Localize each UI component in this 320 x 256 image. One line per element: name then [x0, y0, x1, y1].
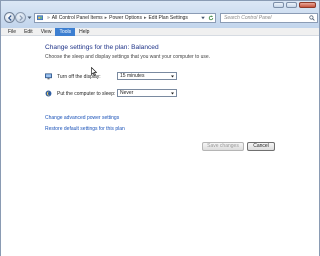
menu-tools[interactable]: Tools — [55, 27, 76, 36]
sleep-timeout-select[interactable]: Never — [117, 89, 177, 97]
save-changes-button[interactable]: Save changes — [202, 142, 244, 151]
menu-edit[interactable]: Edit — [20, 28, 37, 36]
breadcrumb-edit-plan-settings[interactable]: Edit Plan Settings — [148, 15, 187, 21]
mouse-cursor-icon — [91, 67, 97, 76]
display-setting-row: Turn off the display: — [45, 72, 123, 81]
sleep-label: Put the computer to sleep: — [57, 90, 116, 97]
search-box[interactable] — [220, 13, 318, 23]
sleep-moon-icon — [45, 90, 52, 97]
restore-default-settings-link[interactable]: Restore default settings for this plan — [45, 126, 125, 132]
search-icon[interactable] — [309, 15, 315, 21]
address-tools — [200, 15, 214, 21]
cancel-button[interactable]: Cancel — [247, 142, 275, 151]
breadcrumb-separator: ▸ — [143, 15, 147, 21]
breadcrumb-all-control-panel-items[interactable]: All Control Panel Items — [52, 15, 103, 21]
navigation-row: » All Control Panel Items ▸ Power Option… — [3, 12, 319, 24]
monitor-icon — [45, 73, 52, 80]
address-dropdown-icon[interactable] — [200, 15, 206, 21]
address-bar[interactable]: » All Control Panel Items ▸ Power Option… — [34, 13, 216, 23]
chevron-down-icon — [171, 92, 174, 95]
control-panel-icon — [37, 15, 43, 21]
back-button[interactable] — [4, 12, 15, 23]
display-timeout-value: 15 minutes — [120, 73, 145, 79]
display-label: Turn off the display: — [57, 73, 101, 80]
back-arrow-icon — [7, 14, 12, 21]
search-input[interactable] — [224, 15, 306, 21]
close-button[interactable] — [299, 2, 316, 8]
breadcrumb-power-options[interactable]: Power Options — [109, 15, 142, 21]
menu-view[interactable]: View — [37, 28, 56, 36]
display-timeout-select[interactable]: 15 minutes — [117, 72, 177, 80]
refresh-icon[interactable] — [208, 15, 214, 21]
menu-bar: File Edit View Tools Help — [1, 27, 319, 36]
breadcrumb-separator: ▸ — [104, 15, 108, 21]
page-subtitle: Choose the sleep and display settings th… — [45, 54, 211, 60]
edit-plan-settings-pane: Change settings for the plan: Balanced C… — [1, 36, 319, 256]
menu-file[interactable]: File — [4, 28, 20, 36]
window-chrome: » All Control Panel Items ▸ Power Option… — [1, 1, 319, 28]
breadcrumb-separator: » — [47, 15, 50, 21]
maximize-button[interactable] — [286, 2, 297, 8]
control-panel-window: » All Control Panel Items ▸ Power Option… — [0, 0, 320, 256]
sleep-setting-row: Put the computer to sleep: — [45, 89, 123, 98]
recent-pages-dropdown-icon[interactable] — [27, 15, 32, 20]
forward-arrow-icon — [18, 14, 23, 21]
minimize-button[interactable] — [273, 2, 284, 8]
change-advanced-power-settings-link[interactable]: Change advanced power settings — [45, 115, 119, 121]
page-title: Change settings for the plan: Balanced — [45, 44, 159, 51]
sleep-timeout-value: Never — [120, 90, 134, 96]
chevron-down-icon — [171, 75, 174, 78]
forward-button[interactable] — [15, 12, 26, 23]
window-controls — [273, 2, 316, 8]
menu-help[interactable]: Help — [75, 28, 93, 36]
